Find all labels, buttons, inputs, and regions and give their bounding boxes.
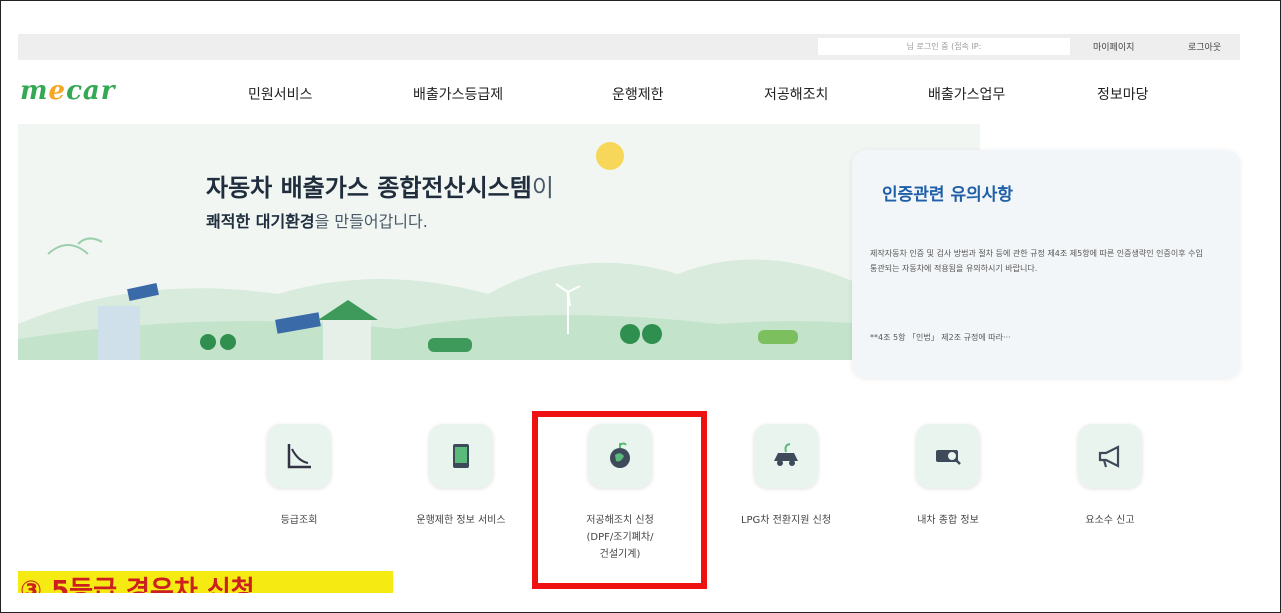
- quickmenu-grade-lookup[interactable]: 등급조회: [224, 424, 374, 529]
- logo-text-car: car: [66, 76, 116, 106]
- hero-title: 자동차 배출가스 종합전산시스템이: [206, 168, 554, 203]
- megaphone-icon: [1078, 424, 1142, 488]
- sun-icon: [596, 142, 624, 170]
- hero-title-tail: 이: [531, 174, 554, 202]
- chart-icon: [267, 424, 331, 488]
- tree-icon-2: [220, 334, 236, 350]
- quickmenu-urea-report[interactable]: 요소수 신고: [1035, 424, 1185, 529]
- tree-icon: [200, 334, 216, 350]
- hero-sub-tail: 을 만들어갑니다.: [314, 212, 428, 231]
- notice-title[interactable]: 인증관련 유의사항: [882, 180, 1013, 205]
- quickmenu-label: 운행제한 정보 서비스: [416, 515, 506, 526]
- nav-low-emission-measures[interactable]: 저공해조치: [764, 84, 828, 104]
- hero-title-bold: 자동차 배출가스 종합전산시스템: [206, 174, 532, 202]
- quickmenu-label: 요소수 신고: [1085, 515, 1135, 526]
- utility-bar: 님 로그인 중 (접속 IP: 마이페이지 로그아웃: [18, 34, 1240, 60]
- hero-subtitle: 쾌적한 대기환경을 만들어갑니다.: [206, 208, 428, 232]
- mypage-link[interactable]: 마이페이지: [1093, 40, 1134, 53]
- nav-emission-grade[interactable]: 배출가스등급제: [413, 84, 503, 104]
- quickmenu-label: 등급조회: [280, 515, 318, 526]
- tree-icon-4: [642, 324, 662, 344]
- nav-civil-service[interactable]: 민원서비스: [248, 84, 312, 104]
- car-icon-2: [758, 330, 798, 344]
- nav-operation-restriction[interactable]: 운행제한: [612, 84, 664, 104]
- quickmenu-lpg-conversion[interactable]: LPG차 전환지원 신청: [711, 424, 861, 529]
- nav-emission-work[interactable]: 배출가스업무: [928, 84, 1005, 104]
- step-caption: ③ 5등급 경유차 신청: [18, 571, 393, 593]
- house-icon: [323, 320, 371, 360]
- notice-body: 제작자동차 인증 및 검사 방법과 절차 등에 관한 규정 제4조 제5항에 따…: [870, 249, 1203, 273]
- mecar-logo[interactable]: mecar: [20, 76, 115, 106]
- car-leaf-icon: [754, 424, 818, 488]
- tree-icon-3: [620, 324, 640, 344]
- quickmenu-label: 내차 종합 정보: [917, 515, 979, 526]
- quickmenu-my-car-info[interactable]: 내차 종합 정보: [873, 424, 1023, 529]
- quickmenu-restriction-info[interactable]: 운행제한 정보 서비스: [386, 424, 536, 529]
- logout-link[interactable]: 로그아웃: [1188, 40, 1221, 53]
- hero-illustration: [18, 142, 980, 360]
- nav-info-plaza[interactable]: 정보마당: [1097, 84, 1149, 104]
- car-icon: [428, 338, 472, 352]
- car-search-icon: [916, 424, 980, 488]
- quickmenu-label: LPG차 전환지원 신청: [740, 515, 832, 526]
- logo-text-m: m: [20, 76, 49, 106]
- wind-icon: [47, 237, 103, 255]
- login-status: 님 로그인 중 (접속 IP:: [818, 38, 1070, 55]
- notice-card[interactable]: 인증관련 유의사항 제작자동차 인증 및 검사 방법과 절차 등에 관한 규정 …: [852, 150, 1240, 378]
- hero-sub-bold: 쾌적한 대기환경: [206, 212, 315, 231]
- building-icon: [98, 306, 140, 360]
- logo-text-e: e: [48, 76, 67, 106]
- tablet-icon: [429, 424, 493, 488]
- highlight-box: [532, 411, 707, 589]
- notice-reference: **4조 5항 「인법」 제2조 규정에 따라···: [870, 333, 1011, 342]
- hero-banner: 자동차 배출가스 종합전산시스템이 쾌적한 대기환경을 만들어갑니다.: [18, 124, 980, 360]
